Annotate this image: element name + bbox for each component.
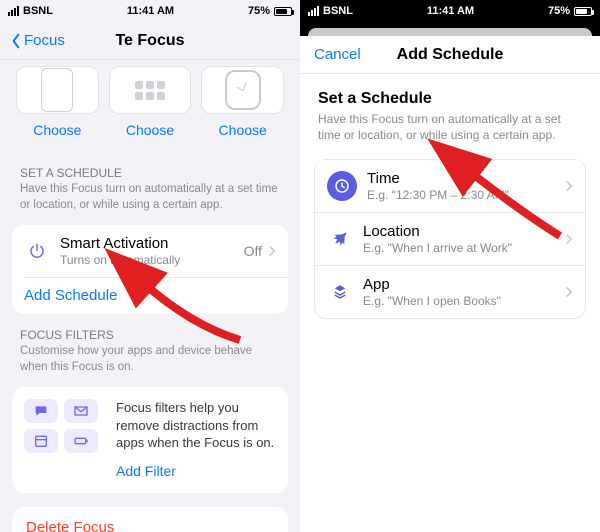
homescreen-card[interactable]: Choose [109, 66, 192, 138]
add-schedule-label: Add Schedule [24, 287, 117, 304]
sheet-navbar: Cancel Add Schedule [300, 36, 600, 74]
sheet-backdrop [300, 22, 600, 36]
sheet-head-sub: Have this Focus turn on automatically at… [318, 111, 582, 143]
status-bar: BSNL 11:41 AM 75% [0, 0, 300, 22]
power-icon [24, 238, 50, 264]
cancel-button[interactable]: Cancel [314, 46, 361, 63]
back-button[interactable]: Focus [10, 32, 65, 49]
lockscreen-icon [41, 68, 73, 112]
chevron-right-icon [565, 286, 573, 298]
signal-icon [308, 6, 319, 16]
calendar-tile-icon [24, 429, 58, 453]
time-row[interactable]: Time E.g. "12:30 PM – 2:30 AM" [315, 159, 585, 212]
filters-card: Focus filters help you remove distractio… [12, 387, 288, 493]
schedule-options: Time E.g. "12:30 PM – 2:30 AM" Location … [314, 159, 586, 319]
status-bar: BSNL 11:41 AM 75% [300, 0, 600, 22]
add-schedule-sheet: Cancel Add Schedule Set a Schedule Have … [300, 36, 600, 532]
battery-pct: 75% [248, 5, 270, 17]
sheet-header: Set a Schedule Have this Focus turn on a… [300, 74, 600, 149]
customize-row: Choose Choose Choose [0, 60, 300, 152]
watch-icon [225, 70, 261, 110]
page-title: Te Focus [115, 32, 184, 50]
choose-label: Choose [126, 122, 174, 138]
clock-label: 11:41 AM [127, 5, 174, 17]
chevron-right-icon [565, 233, 573, 245]
row-subtitle: E.g. "12:30 PM – 2:30 AM" [367, 188, 555, 202]
row-value: Off [244, 243, 262, 259]
row-title: Time [367, 170, 555, 187]
smart-activation-row[interactable]: Smart Activation Turns on automatically … [12, 225, 288, 277]
app-icon [327, 279, 353, 305]
filters-desc: Focus filters help you remove distractio… [116, 400, 274, 450]
row-subtitle: E.g. "When I arrive at Work" [363, 241, 555, 255]
clock-icon [327, 171, 357, 201]
battery-icon [574, 7, 592, 16]
location-icon [327, 226, 353, 252]
location-row[interactable]: Location E.g. "When I arrive at Work" [315, 212, 585, 265]
sheet-head-title: Set a Schedule [318, 90, 582, 108]
chevron-left-icon [10, 33, 22, 49]
navbar: Focus Te Focus [0, 22, 300, 60]
filters-icons [24, 399, 104, 481]
row-subtitle: E.g. "When I open Books" [363, 294, 555, 308]
section-title: FOCUS FILTERS [20, 328, 280, 342]
add-filter-link[interactable]: Add Filter [116, 462, 276, 481]
row-title: Location [363, 223, 555, 240]
delete-focus-button[interactable]: Delete Focus [12, 507, 288, 532]
left-phone: BSNL 11:41 AM 75% Focus Te Focus Choose … [0, 0, 300, 532]
clock-label: 11:41 AM [427, 5, 474, 17]
section-subtitle: Customise how your apps and device behav… [20, 344, 280, 375]
sheet-title: Add Schedule [397, 46, 504, 64]
signal-icon [8, 6, 19, 16]
carrier-label: BSNL [23, 5, 53, 17]
chevron-right-icon [565, 180, 573, 192]
row-title: App [363, 276, 555, 293]
row-title: Smart Activation [60, 235, 234, 252]
choose-label: Choose [219, 122, 267, 138]
row-subtitle: Turns on automatically [60, 253, 234, 267]
schedule-header: SET A SCHEDULE Have this Focus turn on a… [0, 152, 300, 217]
back-label: Focus [24, 32, 65, 49]
schedule-group: Smart Activation Turns on automatically … [12, 225, 288, 314]
section-subtitle: Have this Focus turn on automatically at… [20, 182, 280, 213]
watch-card[interactable]: Choose [201, 66, 284, 138]
add-schedule-row[interactable]: Add Schedule [12, 277, 288, 314]
homescreen-icon [135, 81, 165, 100]
filters-header: FOCUS FILTERS Customise how your apps an… [0, 314, 300, 379]
battery-icon [274, 7, 292, 16]
app-row[interactable]: App E.g. "When I open Books" [315, 265, 585, 318]
right-phone: BSNL 11:41 AM 75% Cancel Add Schedule Se… [300, 0, 600, 532]
mail-tile-icon [64, 399, 98, 423]
messages-tile-icon [24, 399, 58, 423]
choose-label: Choose [33, 122, 81, 138]
battery-pct: 75% [548, 5, 570, 17]
lockscreen-card[interactable]: Choose [16, 66, 99, 138]
chevron-right-icon [268, 245, 276, 257]
section-title: SET A SCHEDULE [20, 166, 280, 180]
carrier-label: BSNL [323, 5, 353, 17]
battery-tile-icon [64, 429, 98, 453]
